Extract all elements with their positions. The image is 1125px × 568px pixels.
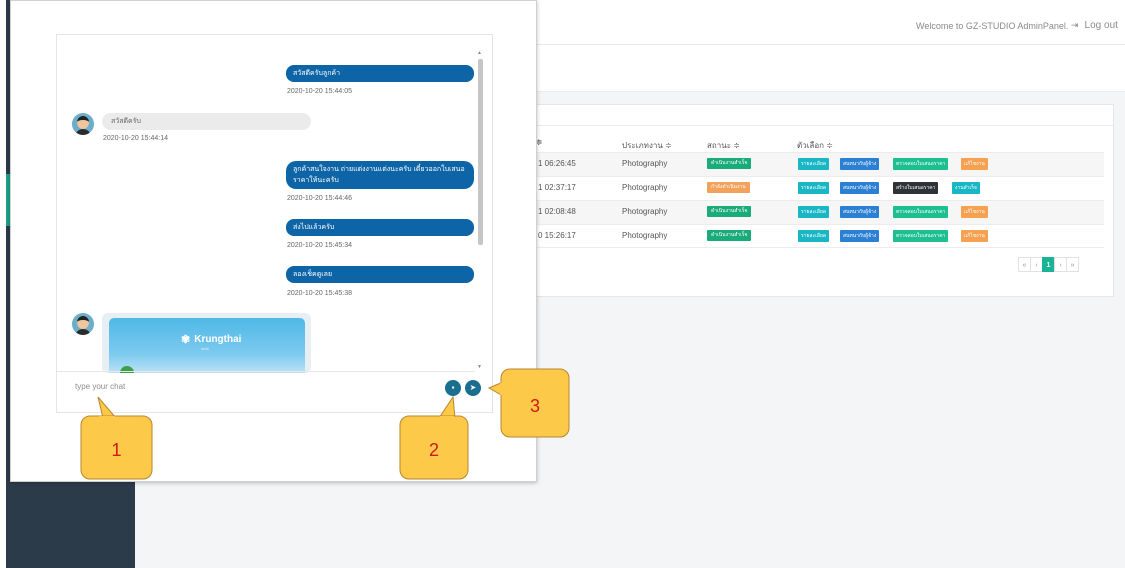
- image-message[interactable]: ✾ Krungthai next: [102, 313, 311, 373]
- status-badge: ดำเนินงานสำเร็จ: [707, 230, 752, 241]
- last-page-button[interactable]: »: [1066, 257, 1079, 272]
- pagination: « ‹ 1 › »: [1018, 257, 1079, 272]
- status-badge: ดำเนินงานสำเร็จ: [707, 158, 752, 169]
- type-cell: Photography: [622, 183, 668, 192]
- chat-with-client-button[interactable]: สนทนากับผู้จ้าง: [840, 182, 880, 194]
- message-timestamp: 2020-10-20 15:44:05: [287, 88, 352, 95]
- message-timestamp: 2020-10-20 15:45:38: [287, 290, 352, 297]
- panel-divider: [535, 125, 1113, 126]
- callout-2: [399, 395, 469, 480]
- column-header-options[interactable]: ตัวเลือก ≑: [797, 139, 833, 152]
- type-cell: Photography: [622, 207, 668, 216]
- date-cell: 1 02:08:48: [538, 207, 576, 216]
- screen: { "topbar": { "welcome": "Welcome to GZ-…: [0, 0, 1125, 568]
- check-quotation-button[interactable]: ตรวจสอบใบเสนอราคา: [893, 158, 949, 170]
- scroll-down-icon[interactable]: ▼: [477, 364, 482, 370]
- avatar: [72, 113, 94, 135]
- message-bubble-sent: ส่งไปแล้วครับ: [286, 219, 474, 236]
- send-icon: ➤: [469, 383, 477, 392]
- callout-3-label: 3: [529, 396, 540, 416]
- krungthai-sub-text: next: [201, 346, 209, 351]
- chat-with-client-button[interactable]: สนทนากับผู้จ้าง: [840, 158, 880, 170]
- logout-label: Log out: [1084, 20, 1118, 31]
- krungthai-slip-image: ✾ Krungthai next: [109, 318, 305, 373]
- edit-job-button[interactable]: แก้ไขงาน: [961, 230, 988, 242]
- status-badge: กำลังดำเนินงาน: [707, 182, 750, 193]
- message-timestamp: 2020-10-20 15:44:46: [287, 195, 352, 202]
- message-bubble-sent: ลูกค้าสนใจงาน ถ่ายแต่งงานแต่งนะครับ เดี๋…: [286, 161, 474, 189]
- message-timestamp: 2020-10-20 15:44:14: [103, 135, 168, 142]
- bird-icon: ✾: [181, 334, 191, 346]
- scroll-up-icon[interactable]: ▲: [477, 50, 482, 56]
- logout-button[interactable]: ⇥ Log out: [1071, 20, 1118, 31]
- details-button[interactable]: รายละเอียด: [798, 206, 830, 218]
- edit-job-button[interactable]: แก้ไขงาน: [961, 158, 988, 170]
- callout-1: [80, 396, 153, 480]
- scrollbar-thumb[interactable]: [478, 59, 483, 245]
- sign-out-icon: ⇥: [1071, 20, 1079, 30]
- chat-with-client-button[interactable]: สนทนากับผู้จ้าง: [840, 206, 880, 218]
- column-header-type[interactable]: ประเภทงาน ≑: [622, 139, 672, 152]
- date-cell: 1 02:37:17: [538, 183, 576, 192]
- status-badge: ดำเนินงานสำเร็จ: [707, 206, 752, 217]
- check-quotation-button[interactable]: ตรวจสอบใบเสนอราคา: [893, 206, 949, 218]
- welcome-text: Welcome to GZ-STUDIO AdminPanel.: [916, 21, 1069, 31]
- callout-1-label: 1: [111, 440, 122, 460]
- callout-2-label: 2: [428, 440, 439, 460]
- type-cell: Photography: [622, 159, 668, 168]
- krungthai-logo: ✾ Krungthai: [181, 334, 242, 346]
- create-quotation-button[interactable]: สร้างใบเสนอราคา: [893, 182, 939, 194]
- check-quotation-button[interactable]: ตรวจสอบใบเสนอราคา: [893, 230, 949, 242]
- chat-with-client-button[interactable]: สนทนากับผู้จ้าง: [840, 230, 880, 242]
- details-button[interactable]: รายละเอียด: [798, 158, 830, 170]
- column-header-status[interactable]: สถานะ ≑: [707, 139, 740, 152]
- details-button[interactable]: รายละเอียด: [798, 230, 830, 242]
- avatar: [72, 313, 94, 335]
- details-button[interactable]: รายละเอียด: [798, 182, 830, 194]
- type-cell: Photography: [622, 231, 668, 240]
- message-bubble-sent: ลองเช็คดูเลย: [286, 266, 474, 283]
- message-timestamp: 2020-10-20 15:45:34: [287, 242, 352, 249]
- date-cell: 1 06:26:45: [538, 159, 576, 168]
- message-bubble-sent: สวัสดีครับลูกค้า: [286, 65, 474, 82]
- file-icon: ▪: [451, 383, 455, 392]
- date-cell: 0 15:26:17: [538, 231, 576, 240]
- message-bubble-received: สวัสดีครับ: [102, 113, 311, 130]
- edit-job-button[interactable]: แก้ไขงาน: [961, 206, 988, 218]
- job-done-button[interactable]: งานสำเร็จ: [952, 182, 980, 194]
